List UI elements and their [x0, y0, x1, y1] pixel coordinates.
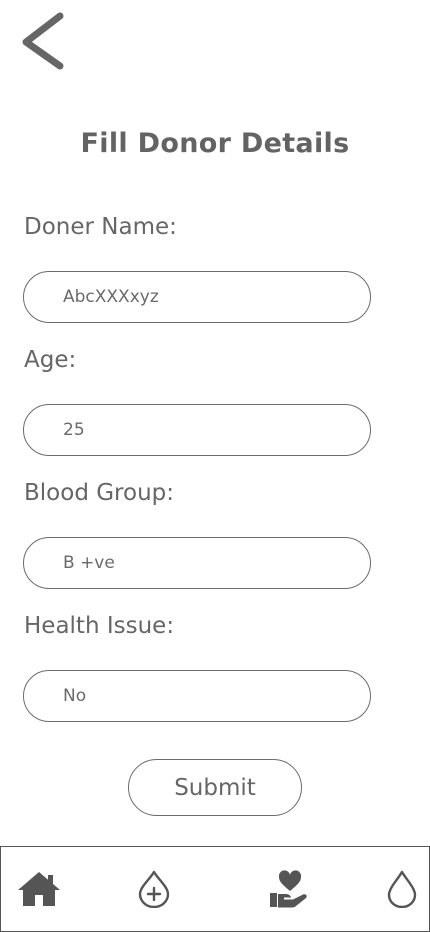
- health-issue-label: Health Issue:: [24, 613, 175, 639]
- nav-item-donate[interactable]: [263, 847, 317, 931]
- health-issue-input[interactable]: [23, 670, 371, 722]
- back-button[interactable]: [18, 10, 70, 74]
- blood-group-label: Blood Group:: [24, 480, 174, 506]
- donor-name-label: Doner Name:: [24, 214, 177, 240]
- home-icon: [18, 872, 60, 906]
- page-title: Fill Donor Details: [80, 128, 350, 159]
- bottom-nav: [0, 846, 430, 932]
- blood-drop-icon: [387, 870, 417, 908]
- nav-item-add-donation[interactable]: [127, 847, 181, 931]
- nav-item-blood[interactable]: [375, 847, 429, 931]
- submit-button[interactable]: Submit: [128, 759, 302, 816]
- nav-item-home[interactable]: [11, 847, 67, 931]
- add-blood-drop-icon: [138, 870, 170, 908]
- age-label: Age:: [24, 347, 77, 373]
- donate-heart-hand-icon: [270, 870, 307, 908]
- age-input[interactable]: [23, 404, 371, 456]
- blood-group-input[interactable]: [23, 537, 371, 589]
- chevron-left-icon: [22, 12, 64, 70]
- donor-name-input[interactable]: [23, 271, 371, 323]
